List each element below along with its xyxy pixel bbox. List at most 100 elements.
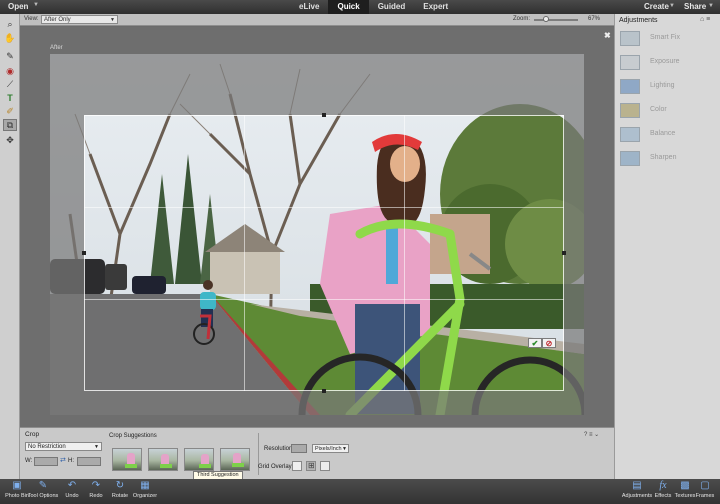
image-canvas[interactable]: After ✖ ✔ ⊘ [20, 27, 614, 427]
width-field[interactable] [34, 457, 58, 466]
adjustment-exposure[interactable]: Exposure [620, 54, 718, 74]
crop-restriction-value: No Restriction [28, 444, 66, 450]
balance-icon [620, 127, 640, 142]
view-select[interactable]: After Only ▼ [41, 15, 118, 24]
suggestion-thumbnail [125, 464, 137, 468]
sharpen-icon [620, 151, 640, 166]
crop-tool-icon[interactable]: ⧉ [3, 119, 17, 131]
resolution-unit-value: Pixels/Inch [315, 446, 342, 452]
cancel-icon: ⊘ [545, 339, 553, 348]
adjustment-label: Balance [650, 130, 676, 137]
crop-handle-bottom[interactable] [322, 389, 326, 393]
mode-tabs: eLive Quick Guided Expert [290, 0, 457, 14]
quick-selection-tool-icon[interactable]: ✎ [3, 50, 17, 62]
adjustment-color[interactable]: Color [620, 102, 718, 122]
grid-overlay-none-button[interactable] [292, 461, 302, 471]
adjustment-lighting[interactable]: Lighting [620, 78, 718, 98]
crop-handle-right[interactable] [562, 251, 566, 255]
grid-overlay-grid-button[interactable] [320, 461, 330, 471]
redo-icon: ↷ [91, 480, 101, 491]
adjustment-sharpen[interactable]: Sharpen [620, 150, 718, 170]
undo-icon: ↶ [67, 480, 77, 491]
crop-grid-line [84, 207, 564, 208]
chevron-down-icon: ▼ [110, 17, 115, 23]
crop-suggestion-2[interactable] [148, 448, 178, 471]
adjustment-balance[interactable]: Balance [620, 126, 718, 146]
spot-healing-tool-icon[interactable]: ✐ [3, 105, 17, 117]
swap-icon[interactable]: ⇄ [60, 456, 66, 464]
grid-icon: ⊞ [308, 461, 315, 470]
tool-options-icon: ✎ [38, 480, 48, 491]
view-select-value: After Only [44, 17, 71, 23]
crop-options-title: Crop [25, 431, 40, 438]
crop-grid-line [244, 115, 245, 391]
organizer-icon: ▦ [140, 480, 150, 491]
tab-elive[interactable]: eLive [290, 0, 328, 14]
zoom-slider-track[interactable] [534, 19, 578, 21]
chevron-down-icon: ▼ [342, 446, 347, 452]
adjustment-smart-fix[interactable]: Smart Fix [620, 30, 718, 50]
crop-suggestion-1[interactable] [112, 448, 142, 471]
chevron-down-icon[interactable]: ▼ [33, 2, 39, 8]
suggestion-thumbnail [160, 464, 172, 468]
crop-tool-options: Crop No Restriction ▼ W: ⇄ H: Crop Sugge… [20, 427, 614, 480]
adjustment-label: Color [650, 106, 667, 113]
cancel-crop-button[interactable]: ⊘ [542, 338, 556, 348]
crop-suggestion-3[interactable] [184, 448, 214, 471]
organizer-button[interactable]: ▦ Organizer [128, 480, 162, 499]
redo-label: Redo [89, 493, 103, 499]
crop-box[interactable] [84, 115, 564, 391]
crop-shade-left [50, 115, 84, 415]
type-tool-icon[interactable]: T [3, 92, 17, 104]
commit-crop-button[interactable]: ✔ [528, 338, 542, 348]
crop-grid-line [84, 299, 564, 300]
chevron-down-icon: ▼ [94, 444, 99, 450]
color-icon [620, 103, 640, 118]
tab-quick[interactable]: Quick [328, 0, 369, 14]
lighting-icon [620, 79, 640, 94]
tool-options-label: Tool Options [27, 493, 59, 499]
move-tool-icon[interactable]: ✥ [3, 134, 17, 146]
adjustments-title: Adjustments [619, 17, 658, 24]
whiten-teeth-tool-icon[interactable]: ⟋ [3, 78, 17, 90]
tab-guided[interactable]: Guided [369, 0, 415, 14]
height-field[interactable] [77, 457, 101, 466]
crop-restriction-select[interactable]: No Restriction ▼ [25, 442, 102, 451]
crop-handle-top[interactable] [322, 113, 326, 117]
resolution-field[interactable] [291, 444, 307, 453]
rotate-label: Rotate [111, 493, 129, 499]
smart-fix-icon [620, 31, 640, 46]
tab-expert[interactable]: Expert [414, 0, 457, 14]
chevron-down-icon[interactable]: ▼ [708, 3, 714, 9]
tools-panel: ⌕ ✋ ✎ ◉ ⟋ T ✐ ⧉ ✥ [0, 14, 20, 479]
panel-help-icon[interactable]: ? ≡ ⌄ [584, 431, 599, 438]
close-icon[interactable]: ✖ [604, 31, 611, 40]
resolution-unit-select[interactable]: Pixels/Inch ▼ [312, 444, 349, 453]
crop-suggestion-4[interactable] [220, 448, 250, 471]
red-eye-tool-icon[interactable]: ◉ [3, 65, 17, 77]
panel-menu-icon[interactable]: ⌂ ≡ [700, 16, 710, 23]
open-button[interactable]: Open [8, 2, 28, 11]
crop-handle-left[interactable] [82, 251, 86, 255]
create-button[interactable]: Create [644, 2, 669, 11]
exposure-icon [620, 55, 640, 70]
hand-tool-icon[interactable]: ✋ [3, 32, 17, 44]
crop-grid-line [404, 115, 405, 391]
zoom-tool-icon[interactable]: ⌕ [3, 18, 17, 30]
bottom-taskbar: ▣ Photo Bin ✎ Tool Options ↶ Undo ↷ Redo… [0, 479, 720, 504]
chevron-down-icon[interactable]: ▼ [669, 3, 675, 9]
crop-shade-top [50, 54, 584, 115]
photo-bin-icon: ▣ [12, 480, 22, 491]
top-menu-bar: Open ▼ eLive Quick Guided Expert Create … [0, 0, 720, 14]
zoom-slider-thumb[interactable] [543, 16, 549, 22]
width-label: W: [25, 458, 33, 464]
view-options-bar: View: After Only ▼ Zoom: 67% [20, 14, 614, 26]
grid-overlay-thirds-button[interactable]: ⊞ [306, 461, 316, 471]
undo-label: Undo [65, 493, 79, 499]
photo[interactable] [50, 54, 584, 415]
frames-icon: ▢ [700, 480, 710, 491]
share-button[interactable]: Share [684, 2, 706, 11]
frames-tab-button[interactable]: ▢ Frames [690, 480, 720, 499]
adjustments-panel: Adjustments ⌂ ≡ Smart Fix Exposure Light… [614, 14, 720, 479]
adjustment-label: Sharpen [650, 154, 677, 161]
